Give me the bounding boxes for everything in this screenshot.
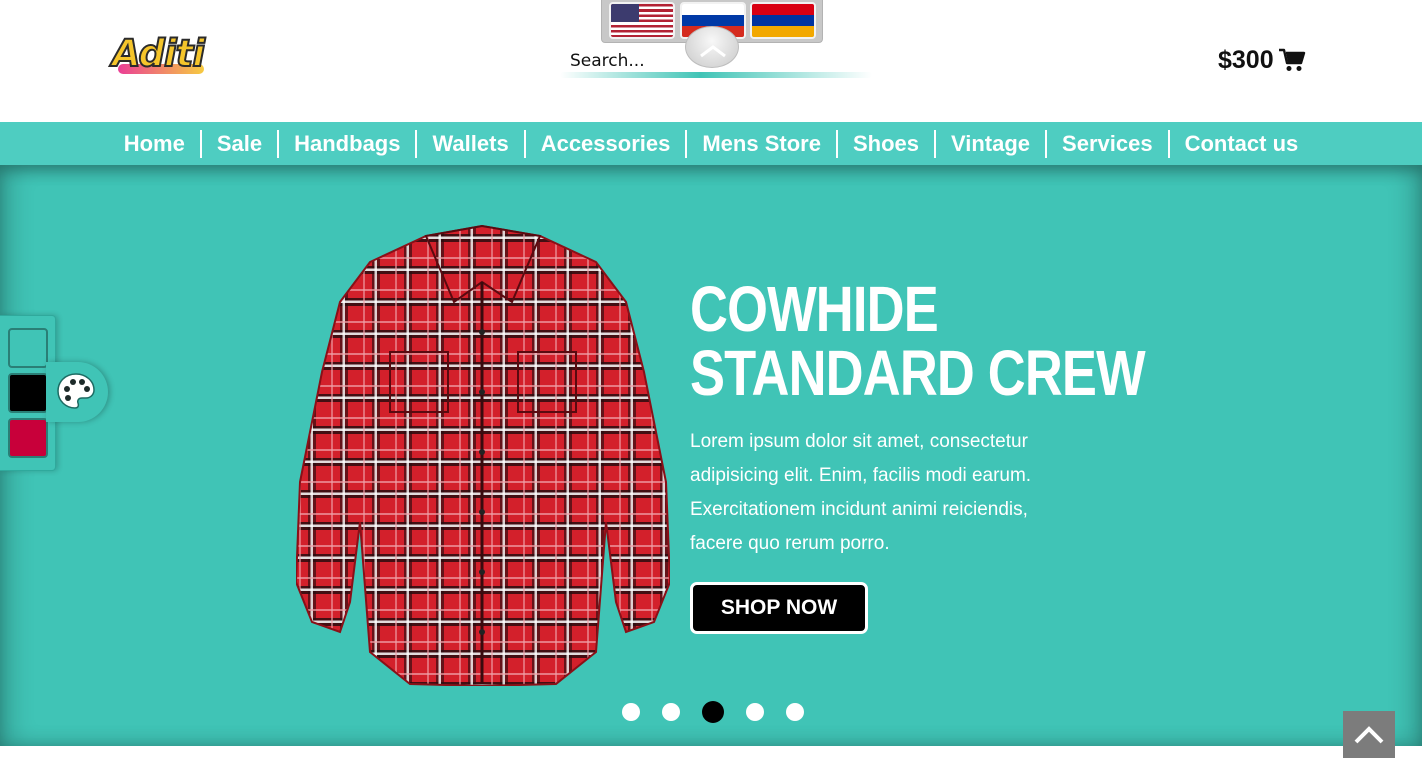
nav-item-wallets[interactable]: Wallets (417, 130, 523, 158)
shop-now-button[interactable]: SHOP NOW (690, 582, 868, 634)
slider-dot-active[interactable] (702, 701, 724, 723)
nav-item-mens-store[interactable]: Mens Store (687, 130, 836, 158)
scroll-to-top-button[interactable] (1343, 711, 1395, 758)
nav-item-shoes[interactable]: Shoes (838, 130, 934, 158)
hero-slider: COWHIDE STANDARD CREW Lorem ipsum dolor … (0, 165, 1422, 746)
site-logo[interactable]: Aditi (110, 30, 210, 84)
slider-dot[interactable] (746, 703, 764, 721)
search-underline (560, 72, 872, 78)
palette-icon (57, 373, 95, 409)
language-toggle-button[interactable] (685, 26, 739, 68)
swatch-teal[interactable] (8, 328, 48, 368)
site-header: Aditi $300 (0, 0, 1422, 122)
hero-title: COWHIDE STANDARD CREW (690, 273, 1146, 409)
slider-dot[interactable] (786, 703, 804, 721)
swatch-black[interactable] (8, 373, 48, 413)
us-flag-icon[interactable] (609, 2, 675, 39)
nav-item-services[interactable]: Services (1047, 130, 1168, 158)
slider-dot[interactable] (662, 703, 680, 721)
cart[interactable]: $300 (1218, 44, 1306, 76)
cart-total: $300 (1218, 45, 1274, 74)
slider-dot[interactable] (622, 703, 640, 721)
chevron-up-icon (1354, 726, 1384, 744)
nav-item-accessories[interactable]: Accessories (526, 130, 686, 158)
swatch-crimson[interactable] (8, 418, 48, 458)
flannel-shirt-image (296, 224, 670, 686)
nav-item-handbags[interactable]: Handbags (279, 130, 415, 158)
nav-item-contact-us[interactable]: Contact us (1170, 130, 1314, 158)
hero-title-line: STANDARD CREW (690, 337, 1146, 409)
chevron-up-icon (700, 45, 726, 58)
nav-item-sale[interactable]: Sale (202, 130, 277, 158)
theme-toggle-button[interactable] (46, 362, 108, 422)
main-nav: Home Sale Handbags Wallets Accessories M… (0, 122, 1422, 165)
shopping-cart-icon (1278, 48, 1305, 71)
logo-text: Aditi (111, 31, 206, 76)
nav-item-home[interactable]: Home (109, 130, 200, 158)
slider-pagination (622, 701, 804, 723)
hero-title-line: COWHIDE (690, 273, 939, 345)
hero-description: Lorem ipsum dolor sit amet, consectetur … (690, 431, 1032, 554)
nav-item-vintage[interactable]: Vintage (936, 130, 1045, 158)
armenia-flag-icon[interactable] (750, 2, 816, 39)
